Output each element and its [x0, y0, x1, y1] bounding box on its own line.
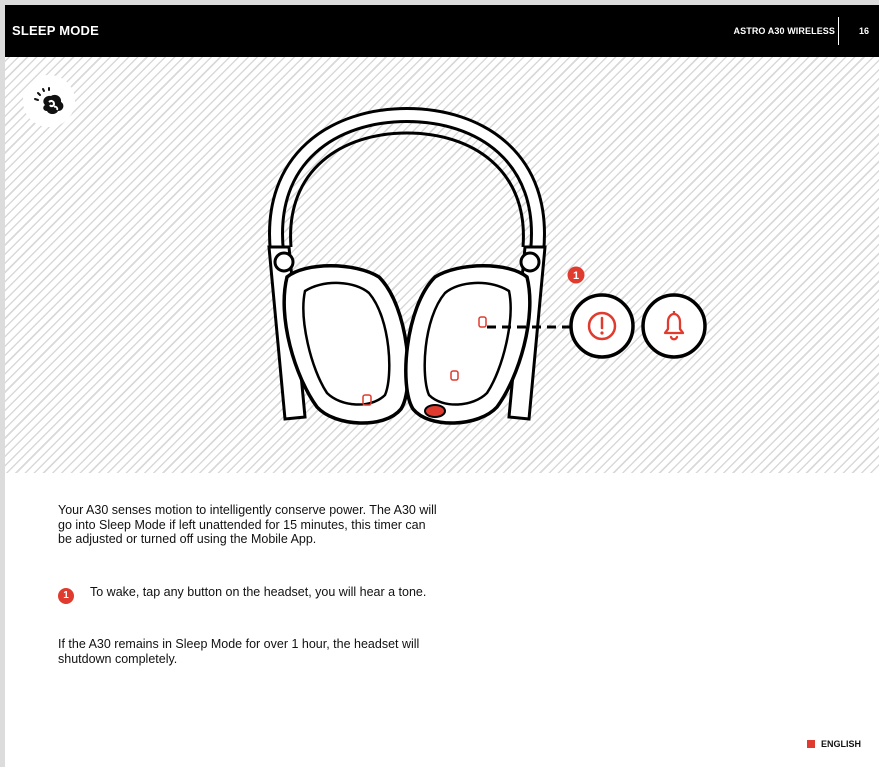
language-marker: [806, 740, 815, 748]
language-text: ENGLISH: [820, 739, 861, 749]
manual-page: SLEEP MODE ASTRO A30 WIRELESS 16 1 Your …: [5, 5, 879, 767]
headset-illustration: 1: [267, 106, 707, 425]
outro-paragraph: If the A30 remains in Sleep Mode for ove…: [58, 637, 420, 666]
exclamation-circle-icon: [569, 293, 635, 359]
language-label: ENGLISH: [806, 739, 861, 749]
header-divider: [838, 17, 839, 45]
bell-icon: [641, 293, 707, 359]
intro-text: Your A30 senses motion to intelligently …: [58, 503, 437, 546]
product-name: ASTRO A30 WIRELESS: [733, 26, 835, 36]
step-item: 1 To wake, tap any button on the headset…: [58, 585, 438, 615]
step-number-badge: 1: [58, 588, 74, 604]
callout-number: 1: [573, 270, 579, 282]
step-text: To wake, tap any button on the headset, …: [90, 585, 427, 599]
page-number: 16: [858, 26, 869, 36]
intro-paragraph: Your A30 senses motion to intelligently …: [58, 503, 438, 547]
page-header: SLEEP MODE ASTRO A30 WIRELESS 16: [5, 5, 879, 57]
section-title: SLEEP MODE: [12, 23, 100, 38]
